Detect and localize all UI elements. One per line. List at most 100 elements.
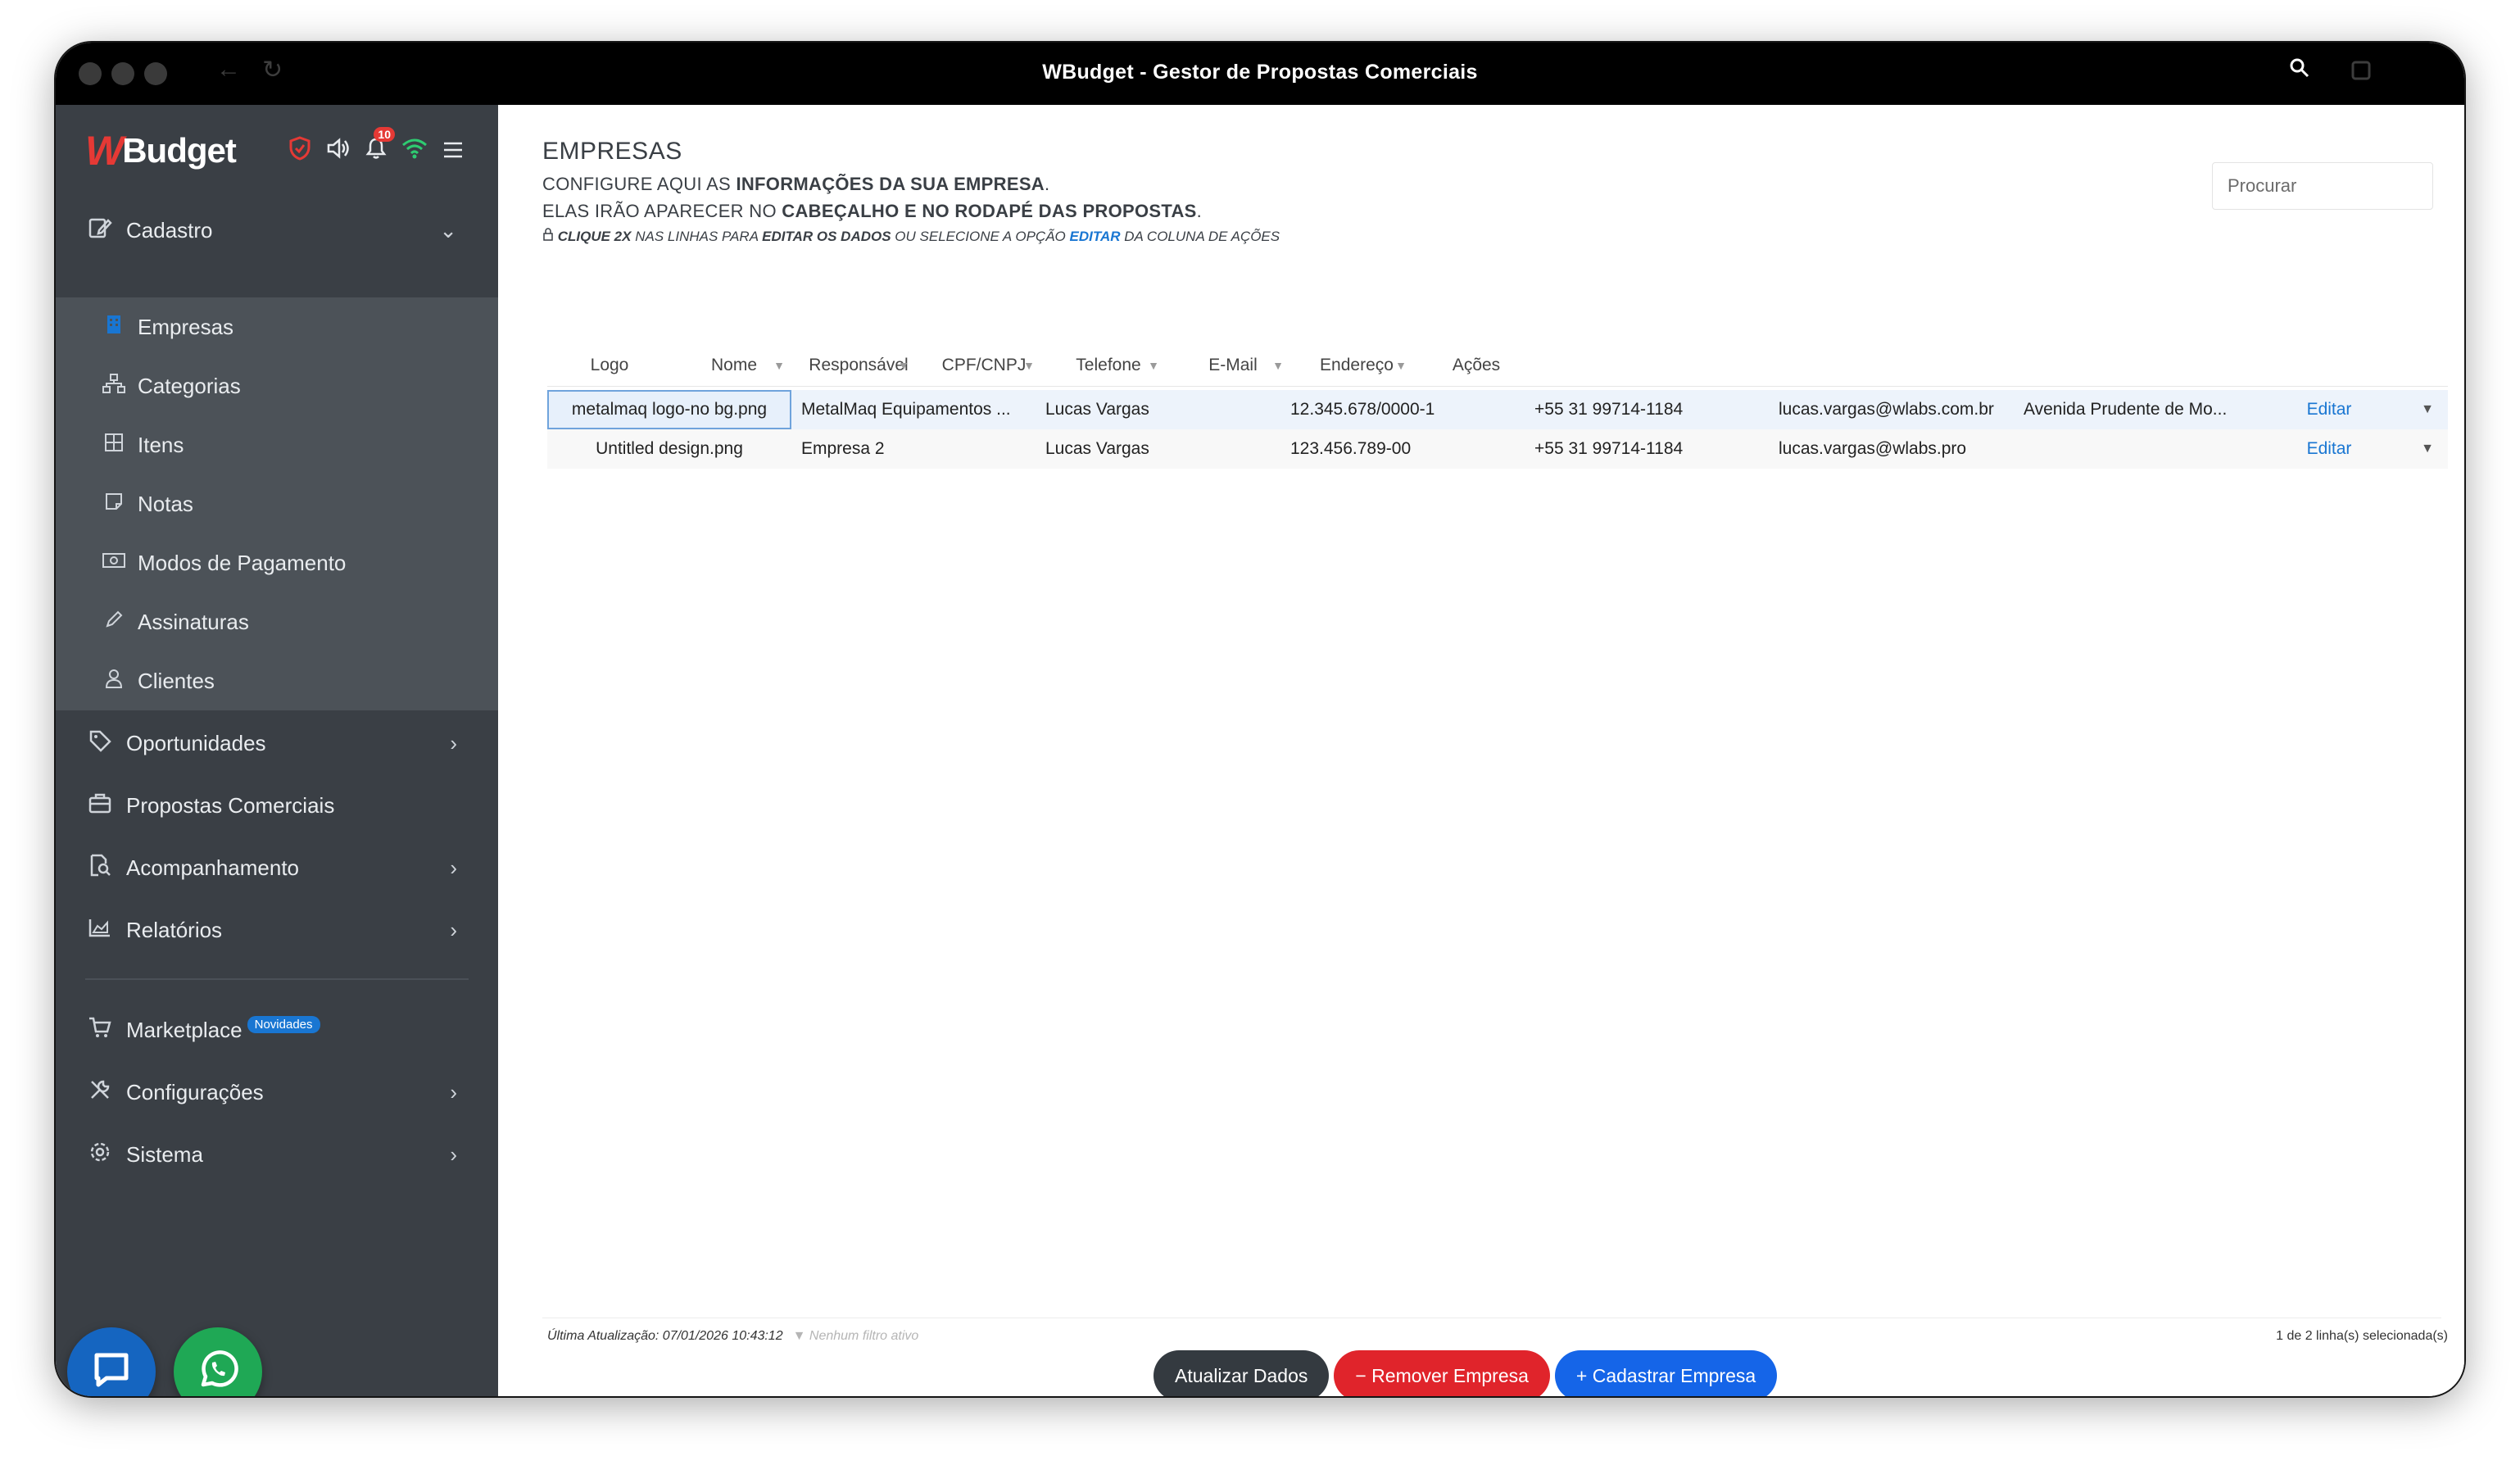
sidebar-item-notas[interactable]: Notas (56, 474, 498, 533)
sidebar-item-label: Clientes (138, 668, 215, 693)
table-row[interactable]: Untitled design.png Empresa 2 Lucas Varg… (547, 429, 2448, 469)
nav-acompanhamento[interactable]: Acompanhamento › (56, 839, 498, 896)
hint-bold: CLIQUE 2X (557, 229, 632, 244)
document-search-icon (85, 854, 115, 882)
chat-support-button[interactable] (67, 1327, 156, 1396)
filter-icon: ▼ (792, 1329, 809, 1343)
page-hint: CLIQUE 2X NAS LINHAS PARA EDITAR OS DADO… (542, 228, 1280, 245)
nav-sistema[interactable]: Sistema › (56, 1126, 498, 1183)
edit-row-button[interactable]: Editar (2251, 390, 2407, 429)
tools-icon (85, 1078, 115, 1107)
cell-endereco[interactable]: Avenida Prudente de Mo... (2014, 390, 2251, 429)
table-row[interactable]: metalmaq logo-no bg.png MetalMaq Equipam… (547, 390, 2448, 429)
notification-count-badge: 10 (374, 127, 395, 142)
speaker-icon[interactable] (326, 137, 351, 166)
row-actions-dropdown-icon[interactable]: ▼ (2407, 429, 2448, 469)
column-header-responsavel[interactable]: Responsável ▼ (796, 344, 921, 387)
column-header-label: Ações (1452, 356, 1501, 374)
hint-text: OU SELECIONE A OPÇÃO (891, 229, 1070, 244)
sidebar-item-label: Assinaturas (138, 609, 249, 634)
wifi-icon[interactable] (401, 138, 428, 165)
column-header-telefone[interactable]: Telefone ▼ (1046, 344, 1171, 387)
sidebar-item-modos-pagamento[interactable]: Modos de Pagamento (56, 533, 498, 592)
area-chart-icon (85, 917, 115, 943)
app-window: ← ↻ WBudget - Gestor de Propostas Comerc… (56, 43, 2464, 1396)
sidebar-item-empresas[interactable]: Empresas (56, 297, 498, 356)
status-bar: Última Atualização: 07/01/2026 10:43:12 … (547, 1329, 918, 1344)
cell-nome[interactable]: Empresa 2 (791, 429, 1036, 469)
column-header-nome[interactable]: Nome ▼ (672, 344, 796, 387)
search-input[interactable] (2212, 162, 2433, 210)
table-header: Logo Nome ▼ Responsável ▼ CPF/CNPJ ▼ Telefo… (547, 344, 2448, 387)
nav-label: Configurações (126, 1079, 264, 1104)
lock-icon (542, 228, 558, 244)
nav-label: Sistema (126, 1141, 203, 1167)
row-actions-dropdown-icon[interactable]: ▼ (2407, 390, 2448, 429)
edit-row-button[interactable]: Editar (2251, 429, 2407, 469)
sidebar-item-label: Empresas (138, 314, 234, 339)
column-header-endereco[interactable]: Endereço ▼ (1295, 344, 1418, 387)
last-update-text: Última Atualização: 07/01/2026 10:43:12 (547, 1329, 783, 1343)
sidebar-item-assinaturas[interactable]: Assinaturas (56, 592, 498, 651)
page-description-2: ELAS IRÃO APARECER NO CABEÇALHO E NO ROD… (542, 201, 1202, 222)
column-header-cpf-cnpj[interactable]: CPF/CNPJ ▼ (922, 344, 1046, 387)
chevron-right-icon: › (450, 730, 457, 755)
pen-icon (102, 610, 126, 635)
filter-icon[interactable]: ▼ (898, 359, 909, 372)
nav-configuracoes[interactable]: Configurações › (56, 1064, 498, 1121)
wbudget-logo[interactable]: W Budget (85, 126, 237, 175)
nav-relatorios[interactable]: Relatórios › (56, 901, 498, 959)
add-company-button[interactable]: + Cadastrar Empresa (1554, 1350, 1778, 1396)
filter-icon[interactable]: ▼ (1023, 359, 1035, 372)
extension-icon[interactable] (2350, 57, 2374, 88)
hint-edit-link: EDITAR (1069, 229, 1121, 244)
cell-email[interactable]: lucas.vargas@wlabs.pro (1769, 429, 2013, 469)
building-icon (102, 314, 126, 341)
filter-icon[interactable]: ▼ (1395, 359, 1407, 372)
filter-icon[interactable]: ▼ (773, 359, 785, 372)
column-header-label: Telefone (1076, 356, 1141, 374)
cell-logo[interactable]: Untitled design.png (547, 429, 791, 469)
column-header-label: Endereço (1320, 356, 1394, 374)
whatsapp-button[interactable] (174, 1327, 262, 1396)
cell-cpf-cnpj[interactable]: 12.345.678/0000-1 (1280, 390, 1525, 429)
nav-oportunidades[interactable]: Oportunidades › (56, 714, 498, 772)
sidebar-divider (85, 978, 469, 980)
action-buttons: Atualizar Dados − Remover Empresa + Cada… (1153, 1350, 1778, 1396)
chevron-down-icon: ⌄ (439, 217, 457, 243)
nav-cadastro[interactable]: Cadastro ⌄ (56, 202, 498, 259)
remove-company-button[interactable]: − Remover Empresa (1334, 1350, 1550, 1396)
filter-icon[interactable]: ▼ (1272, 359, 1284, 372)
sidebar-item-label: Itens (138, 432, 184, 457)
logo-mark: W (85, 128, 124, 174)
column-header-email[interactable]: E-Mail ▼ (1171, 344, 1295, 387)
desc-text: . (1044, 174, 1050, 194)
cell-logo[interactable]: metalmaq logo-no bg.png (547, 390, 791, 429)
sidebar-item-clientes[interactable]: Clientes (56, 651, 498, 710)
cell-cpf-cnpj[interactable]: 123.456.789-00 (1280, 429, 1525, 469)
hint-text: NAS LINHAS PARA (631, 229, 763, 244)
cell-responsavel[interactable]: Lucas Vargas (1036, 429, 1280, 469)
nav-marketplace[interactable]: Marketplace Novidades (56, 1001, 498, 1059)
hamburger-menu-icon[interactable] (442, 138, 464, 165)
column-header-acoes: Ações (1418, 344, 1534, 387)
cell-telefone[interactable]: +55 31 99714-1184 (1525, 390, 1769, 429)
cell-endereco[interactable] (2014, 429, 2251, 469)
refresh-data-button[interactable]: Atualizar Dados (1153, 1350, 1330, 1396)
sidebar-item-itens[interactable]: Itens (56, 415, 498, 474)
sidebar-item-label: Modos de Pagamento (138, 550, 347, 575)
cadastro-submenu: Empresas Categorias Itens Notas Modos de… (56, 297, 498, 710)
cell-email[interactable]: lucas.vargas@wlabs.com.br (1769, 390, 2013, 429)
column-header-logo[interactable]: Logo (547, 344, 672, 387)
sidebar-item-categorias[interactable]: Categorias (56, 356, 498, 415)
shield-icon[interactable] (288, 136, 311, 166)
cell-responsavel[interactable]: Lucas Vargas (1036, 390, 1280, 429)
desc-bold: CABEÇALHO E NO RODAPÉ DAS PROPOSTAS (782, 201, 1197, 221)
bell-icon[interactable]: 10 (365, 127, 395, 166)
cell-telefone[interactable]: +55 31 99714-1184 (1525, 429, 1769, 469)
nav-propostas-comerciais[interactable]: Propostas Comerciais (56, 777, 498, 834)
search-icon[interactable] (2289, 57, 2310, 84)
chevron-right-icon: › (450, 855, 457, 880)
cell-nome[interactable]: MetalMaq Equipamentos ... (791, 390, 1036, 429)
filter-icon[interactable]: ▼ (1148, 359, 1159, 372)
